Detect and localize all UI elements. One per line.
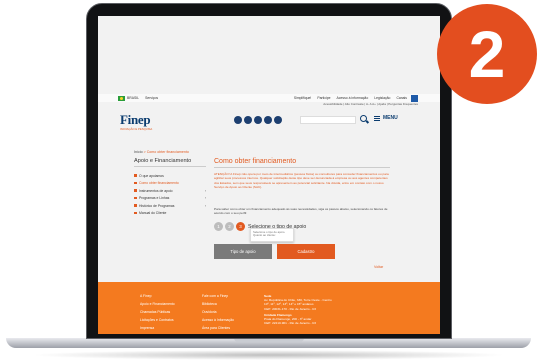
step-2[interactable]: 2: [225, 222, 234, 231]
sidebar-item-label: Programas e Linhas: [139, 196, 170, 201]
footer-link[interactable]: Biblioteca: [202, 302, 234, 310]
laptop-shadow: [30, 350, 507, 360]
footer-link[interactable]: A Finep: [140, 294, 175, 302]
sidebar-item-label: O que apoiamos: [139, 173, 164, 178]
sidebar-title: Apoio e Financiamento: [134, 158, 192, 164]
sidebar-item-active[interactable]: Como obter financiamento: [134, 180, 206, 188]
footer-link[interactable]: Acesso à Informação: [202, 318, 234, 326]
accessibility-bar[interactable]: Acessibilidade | Alto Contraste | A- A A…: [118, 102, 418, 106]
register-button[interactable]: Cadastro: [277, 244, 335, 259]
footer-link[interactable]: Ouvidoria: [202, 310, 234, 318]
footer-address: Sede Av. República do Chile, 330, Torre …: [264, 294, 384, 325]
sidebar-item[interactable]: O que apoiamos: [134, 172, 206, 180]
menu-button[interactable]: MENU: [374, 115, 398, 121]
divider: [214, 167, 390, 168]
social-icon[interactable]: [274, 116, 282, 124]
footer-links-2: Fale com a Finep Biblioteca Ouvidoria Ac…: [202, 294, 234, 334]
back-link[interactable]: Voltar: [374, 265, 383, 269]
sidebar-item[interactable]: Histórico de Programas ›: [134, 202, 206, 210]
support-type-button[interactable]: Tipo de apoio: [214, 244, 272, 259]
address-line: CEP: 20031-170 - Rio de Janeiro - RJ: [264, 306, 317, 311]
sidebar-menu: O que apoiamos Como obter financiamento …: [134, 172, 206, 217]
gov-logo-icon[interactable]: [411, 94, 418, 102]
gov-link[interactable]: Participe: [317, 96, 330, 100]
gov-bar-inner: BRASIL Serviços Simplifique! Participe A…: [118, 94, 418, 102]
social-icon[interactable]: [264, 116, 272, 124]
sidebar-item[interactable]: Manual do Cliente: [134, 210, 206, 218]
footer-links-1: A Finep Apoio e Financiamento Chamadas P…: [140, 294, 175, 334]
sidebar-item[interactable]: Instrumentos de apoio ›: [134, 187, 206, 195]
sidebar-item-label: Como obter financiamento: [139, 181, 179, 186]
footer-link[interactable]: Fale com a Finep: [202, 294, 234, 302]
gov-link[interactable]: Acesso à informação: [337, 96, 369, 100]
footer-link[interactable]: Área para Clientes: [202, 326, 234, 334]
sidebar-item-label: Instrumentos de apoio: [139, 188, 173, 193]
sidebar-item[interactable]: Programas e Linhas ›: [134, 195, 206, 203]
social-icon[interactable]: [234, 116, 242, 124]
footer-link[interactable]: Apoio e Financiamento: [140, 302, 175, 310]
address-line: CEP: 22210-901 - Rio de Janeiro - RJ: [264, 321, 317, 326]
gov-bar: BRASIL Serviços Simplifique! Participe A…: [98, 94, 440, 102]
finep-logo[interactable]: Finep: [120, 112, 151, 128]
footer-link[interactable]: Licitações e Contratos: [140, 318, 175, 326]
breadcrumb-home[interactable]: Início: [134, 150, 143, 154]
site-header: Acessibilidade | Alto Contraste | A- A A…: [98, 102, 440, 134]
site-footer: A Finep Apoio e Financiamento Chamadas P…: [98, 282, 440, 334]
page-title: Como obter financiamento: [214, 158, 297, 165]
social-icon[interactable]: [244, 116, 252, 124]
chevron-right-icon: ›: [204, 196, 206, 201]
instructions-text: Para saber como obter um financiamento a…: [214, 207, 388, 216]
search-icon[interactable]: [360, 115, 367, 122]
step-1[interactable]: 1: [214, 222, 223, 231]
search-input[interactable]: [300, 116, 356, 124]
chevron-right-icon: ›: [204, 188, 206, 193]
gov-link[interactable]: Legislação: [374, 96, 390, 100]
brazil-flag-icon: [118, 95, 125, 101]
step-number-badge: 2: [437, 4, 537, 104]
gov-links: Simplifique! Participe Acesso à informaç…: [288, 94, 418, 102]
social-icon[interactable]: [254, 116, 262, 124]
breadcrumb: Início > Como obter financiamento: [134, 150, 189, 154]
gov-services[interactable]: Serviços: [145, 96, 158, 100]
sidebar-item-label: Histórico de Programas: [139, 203, 175, 208]
chevron-right-icon: ›: [204, 203, 206, 208]
divider: [134, 166, 206, 167]
menu-icon: [374, 115, 380, 121]
sidebar-item-label: Manual do Cliente: [139, 211, 167, 216]
laptop-screen: BRASIL Serviços Simplifique! Participe A…: [98, 16, 440, 334]
warning-text: ATENÇÃO! A Finep não opera por meio de i…: [214, 172, 389, 190]
breadcrumb-current: Como obter financiamento: [146, 150, 189, 154]
footer-link[interactable]: Chamadas Públicas: [140, 310, 175, 318]
logo-tagline: INOVAÇÃO E PESQUISA: [120, 127, 153, 131]
gov-country[interactable]: BRASIL: [127, 96, 139, 100]
social-links: [234, 116, 284, 124]
gov-link[interactable]: Canais: [396, 96, 407, 100]
gov-link[interactable]: Simplifique!: [294, 96, 312, 100]
menu-label: MENU: [383, 115, 398, 121]
step-3-active[interactable]: 3: [236, 222, 245, 231]
footer-link[interactable]: Imprensa: [140, 326, 175, 334]
tooltip: Selecione o tipo de apoio. Quanto ao cli…: [250, 228, 294, 242]
